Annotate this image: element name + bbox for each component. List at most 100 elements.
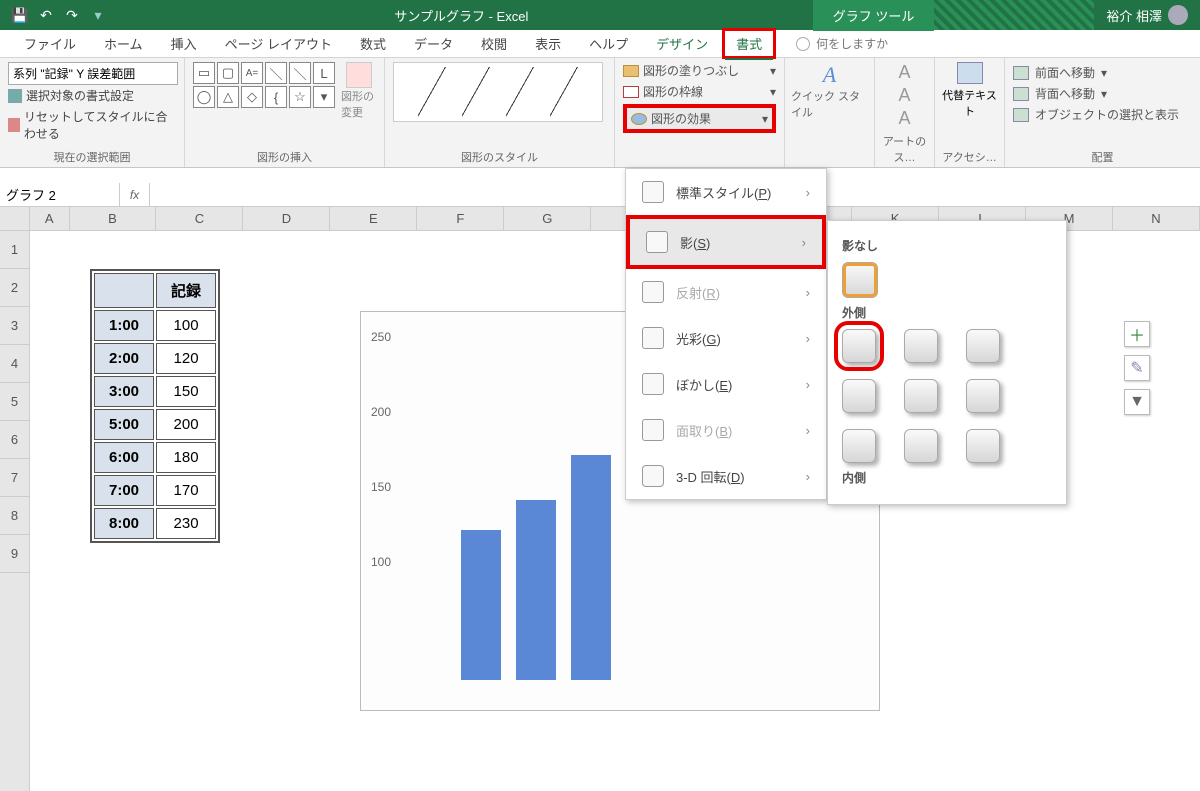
selection-pane-icon [1013, 108, 1029, 122]
quick-style-button[interactable]: A クイック スタイル [791, 62, 868, 120]
tab-design[interactable]: デザイン [642, 28, 722, 59]
selection-pane-button[interactable]: オブジェクトの選択と表示 [1013, 104, 1192, 125]
undo-icon[interactable]: ↶ [34, 3, 58, 27]
shadow-option[interactable] [842, 379, 876, 413]
user-name: 裕介 相澤 [1106, 6, 1162, 25]
tab-insert[interactable]: 挿入 [157, 28, 211, 59]
shadow-none-option[interactable] [842, 262, 878, 298]
effects-icon [631, 113, 647, 125]
data-table[interactable]: 記録 1:00100 2:00120 3:00150 5:00200 6:001… [90, 269, 220, 543]
y-tick: 150 [371, 480, 391, 494]
line-style-gallery[interactable] [393, 62, 603, 122]
y-tick: 200 [371, 405, 391, 419]
shape-outline-button[interactable]: 図形の枠線 ▾ [623, 83, 776, 100]
col-header[interactable]: A [30, 207, 70, 230]
row-header[interactable]: 2 [0, 269, 29, 307]
tell-me[interactable]: 何をしますか [796, 35, 888, 52]
row-headers: 1 2 3 4 5 6 7 8 9 [0, 207, 30, 791]
menu-3d-rotation[interactable]: 3-D 回転(D)› [626, 453, 826, 499]
menu-reflection[interactable]: 反射(R)› [626, 269, 826, 315]
redo-icon[interactable]: ↷ [60, 3, 84, 27]
tab-file[interactable]: ファイル [10, 28, 90, 59]
chart-bar [461, 530, 501, 680]
row-header[interactable]: 9 [0, 535, 29, 573]
formula-bar: グラフ 2 fx [0, 183, 1200, 207]
tab-home[interactable]: ホーム [90, 28, 157, 59]
shadow-inner-label: 内側 [842, 469, 1052, 486]
shadow-option[interactable] [966, 379, 1000, 413]
col-header[interactable]: N [1113, 207, 1200, 230]
shadow-option[interactable] [842, 329, 876, 363]
group-current-selection: 系列 "記録" Y 誤差範囲 選択対象の書式設定 リセットしてスタイルに合わせる… [0, 58, 185, 167]
chart-element-selector[interactable]: 系列 "記録" Y 誤差範囲 [8, 62, 178, 85]
tab-format[interactable]: 書式 [722, 28, 776, 59]
group-label: アクセシ… [942, 147, 996, 165]
bulb-icon [796, 37, 810, 51]
chart-filter-icon[interactable]: ▼ [1124, 389, 1150, 415]
fx-button[interactable]: fx [120, 183, 150, 206]
row-header[interactable]: 4 [0, 345, 29, 383]
group-shape-insert: ▭▢A=＼＼L ◯△◇{☆▾ 図形の変更 図形の挿入 [185, 58, 385, 167]
shape-gallery[interactable]: ▭▢A=＼＼L ◯△◇{☆▾ [193, 62, 335, 120]
col-header[interactable]: F [417, 207, 504, 230]
menu-soft-edges[interactable]: ぼかし(E)› [626, 361, 826, 407]
chart-add-element-icon[interactable]: ＋ [1124, 321, 1150, 347]
chart-styles-icon[interactable]: ✎ [1124, 355, 1150, 381]
send-backward-button[interactable]: 背面へ移動 ▾ [1013, 83, 1192, 104]
menu-bevel[interactable]: 面取り(B)› [626, 407, 826, 453]
bring-forward-button[interactable]: 前面へ移動 ▾ [1013, 62, 1192, 83]
col-header[interactable]: G [504, 207, 591, 230]
menu-glow[interactable]: 光彩(G)› [626, 315, 826, 361]
shadow-option[interactable] [842, 429, 876, 463]
menu-preset[interactable]: 標準スタイル(P)› [626, 169, 826, 215]
shape-effects-button[interactable]: 図形の効果 ▾ [623, 104, 776, 133]
shape-fill-button[interactable]: 図形の塗りつぶし ▾ [623, 62, 776, 79]
alt-text-icon [957, 62, 983, 84]
col-header[interactable]: B [70, 207, 157, 230]
backward-icon [1013, 87, 1029, 101]
menu-shadow[interactable]: 影(S)› [626, 215, 826, 269]
col-header[interactable]: C [156, 207, 243, 230]
qat-more-icon[interactable]: ▾ [86, 3, 110, 27]
user-account[interactable]: 裕介 相澤 [1094, 5, 1200, 25]
format-selection-button[interactable]: 選択対象の書式設定 [8, 85, 176, 106]
tab-formula[interactable]: 数式 [346, 28, 400, 59]
shadow-option[interactable] [904, 379, 938, 413]
table-header: 記録 [156, 273, 216, 308]
row-header[interactable]: 3 [0, 307, 29, 345]
change-shape-icon[interactable] [346, 62, 372, 88]
tab-layout[interactable]: ページ レイアウト [211, 28, 346, 59]
shape-fill-outline-effects: 図形の塗りつぶし ▾ 図形の枠線 ▾ 図形の効果 ▾ [615, 58, 785, 167]
shadow-option[interactable] [966, 429, 1000, 463]
row-header[interactable]: 6 [0, 421, 29, 459]
name-box[interactable]: グラフ 2 [0, 183, 120, 206]
shadow-none-label: 影なし [842, 237, 1052, 254]
reset-icon [8, 118, 20, 132]
row-header[interactable]: 5 [0, 383, 29, 421]
tab-help[interactable]: ヘルプ [575, 28, 642, 59]
shadow-option[interactable] [904, 429, 938, 463]
tab-data[interactable]: データ [400, 28, 467, 59]
group-arrange: 前面へ移動 ▾ 背面へ移動 ▾ オブジェクトの選択と表示 配置 [1005, 58, 1200, 167]
contextual-tab-label: グラフ ツール [813, 0, 935, 31]
row-header[interactable]: 1 [0, 231, 29, 269]
tell-me-label: 何をしますか [816, 35, 888, 52]
group-wordart: AAA アートのス… [875, 58, 935, 167]
chart-floating-buttons: ＋ ✎ ▼ [1124, 321, 1150, 415]
alt-text-button[interactable]: 代替テキスト [941, 62, 998, 119]
shadow-option[interactable] [966, 329, 1000, 363]
group-label: 図形のスタイル [393, 147, 606, 165]
shadow-outer-grid [842, 329, 1052, 463]
col-header[interactable]: E [330, 207, 417, 230]
save-icon[interactable]: 💾 [8, 3, 32, 27]
tab-view[interactable]: 表示 [521, 28, 575, 59]
row-header[interactable]: 8 [0, 497, 29, 535]
reset-style-button[interactable]: リセットしてスタイルに合わせる [8, 106, 176, 144]
row-header[interactable]: 7 [0, 459, 29, 497]
tab-review[interactable]: 校閲 [467, 28, 521, 59]
window-title: サンプルグラフ - Excel [110, 6, 813, 25]
group-shape-styles: 図形のスタイル [385, 58, 615, 167]
col-header[interactable]: D [243, 207, 330, 230]
shadow-option[interactable] [904, 329, 938, 363]
outline-icon [623, 86, 639, 98]
